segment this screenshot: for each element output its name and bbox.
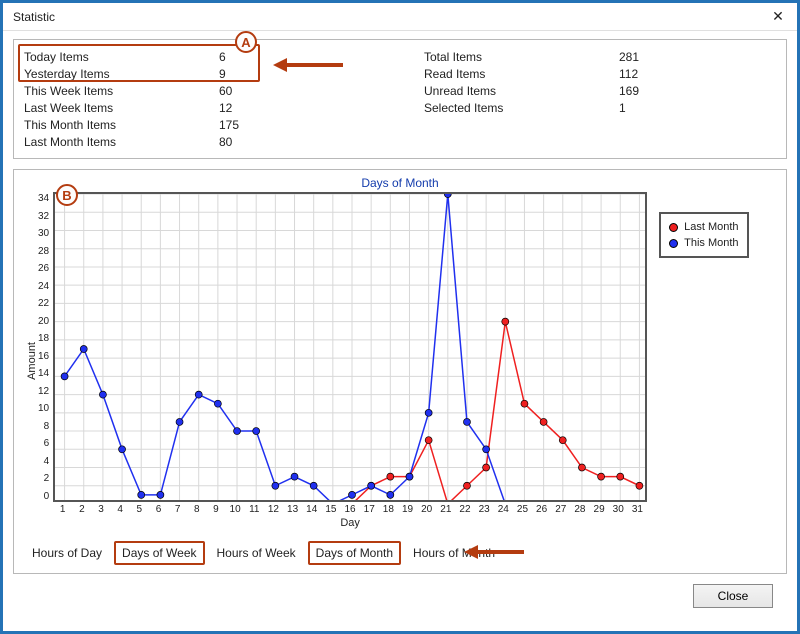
legend-dot-icon bbox=[669, 239, 678, 248]
x-axis-ticks: 1234567891011121314151617181920212223242… bbox=[53, 502, 647, 515]
close-icon[interactable]: ✕ bbox=[767, 8, 789, 25]
stat-value: 9 bbox=[219, 67, 264, 81]
legend-dot-icon bbox=[669, 223, 678, 232]
stat-value: 12 bbox=[219, 101, 264, 115]
tab-hours-of-month[interactable]: Hours of Month bbox=[405, 541, 503, 565]
chart-plot-area bbox=[53, 192, 647, 502]
tab-days-of-week[interactable]: Days of Week bbox=[114, 541, 204, 565]
stat-row: Yesterday Items9 bbox=[24, 65, 424, 82]
stat-label: Selected Items bbox=[424, 101, 619, 115]
tab-hours-of-week[interactable]: Hours of Week bbox=[209, 541, 304, 565]
stat-label: Read Items bbox=[424, 67, 619, 81]
stat-row: This Week Items60 bbox=[24, 82, 424, 99]
x-axis-label: Day bbox=[53, 517, 647, 529]
stat-label: This Month Items bbox=[24, 118, 219, 132]
stat-label: Last Month Items bbox=[24, 135, 219, 149]
stat-row: This Month Items175 bbox=[24, 116, 424, 133]
stat-row: Total Items281 bbox=[424, 48, 776, 65]
stat-label: Total Items bbox=[424, 50, 619, 64]
tab-days-of-month[interactable]: Days of Month bbox=[308, 541, 401, 565]
stat-value: 281 bbox=[619, 50, 664, 64]
stat-row: Selected Items1 bbox=[424, 99, 776, 116]
window-title: Statistic bbox=[13, 10, 55, 24]
stat-row: Today Items6 bbox=[24, 48, 424, 65]
stat-row: Last Week Items12 bbox=[24, 99, 424, 116]
legend-item-last-month: Last Month bbox=[669, 219, 738, 235]
stat-value: 112 bbox=[619, 67, 664, 81]
chart-tabs: Hours of DayDays of WeekHours of WeekDay… bbox=[24, 541, 776, 565]
stat-value: 6 bbox=[219, 50, 264, 64]
chart-title: Days of Month bbox=[24, 176, 776, 190]
legend-item-this-month: This Month bbox=[669, 235, 738, 251]
stat-label: Unread Items bbox=[424, 84, 619, 98]
stat-value: 60 bbox=[219, 84, 264, 98]
stat-row: Last Month Items80 bbox=[24, 133, 424, 150]
stat-label: This Week Items bbox=[24, 84, 219, 98]
y-axis-ticks: 3432302826242220181614121086420 bbox=[38, 192, 53, 502]
stat-label: Last Week Items bbox=[24, 101, 219, 115]
chart-legend: Last Month This Month bbox=[659, 212, 748, 258]
stat-label: Today Items bbox=[24, 50, 219, 64]
titlebar: Statistic ✕ bbox=[3, 3, 797, 31]
stat-row: Read Items112 bbox=[424, 65, 776, 82]
stat-value: 1 bbox=[619, 101, 664, 115]
tab-hours-of-day[interactable]: Hours of Day bbox=[24, 541, 110, 565]
stat-value: 175 bbox=[219, 118, 264, 132]
stat-label: Yesterday Items bbox=[24, 67, 219, 81]
stat-row: Unread Items169 bbox=[424, 82, 776, 99]
stat-value: 80 bbox=[219, 135, 264, 149]
chart-panel: Days of Month B Amount 34323028262422201… bbox=[13, 169, 787, 574]
stats-panel: Today Items6Yesterday Items9This Week It… bbox=[13, 39, 787, 159]
stat-value: 169 bbox=[619, 84, 664, 98]
y-axis-label: Amount bbox=[24, 342, 38, 380]
close-button[interactable]: Close bbox=[693, 584, 773, 608]
